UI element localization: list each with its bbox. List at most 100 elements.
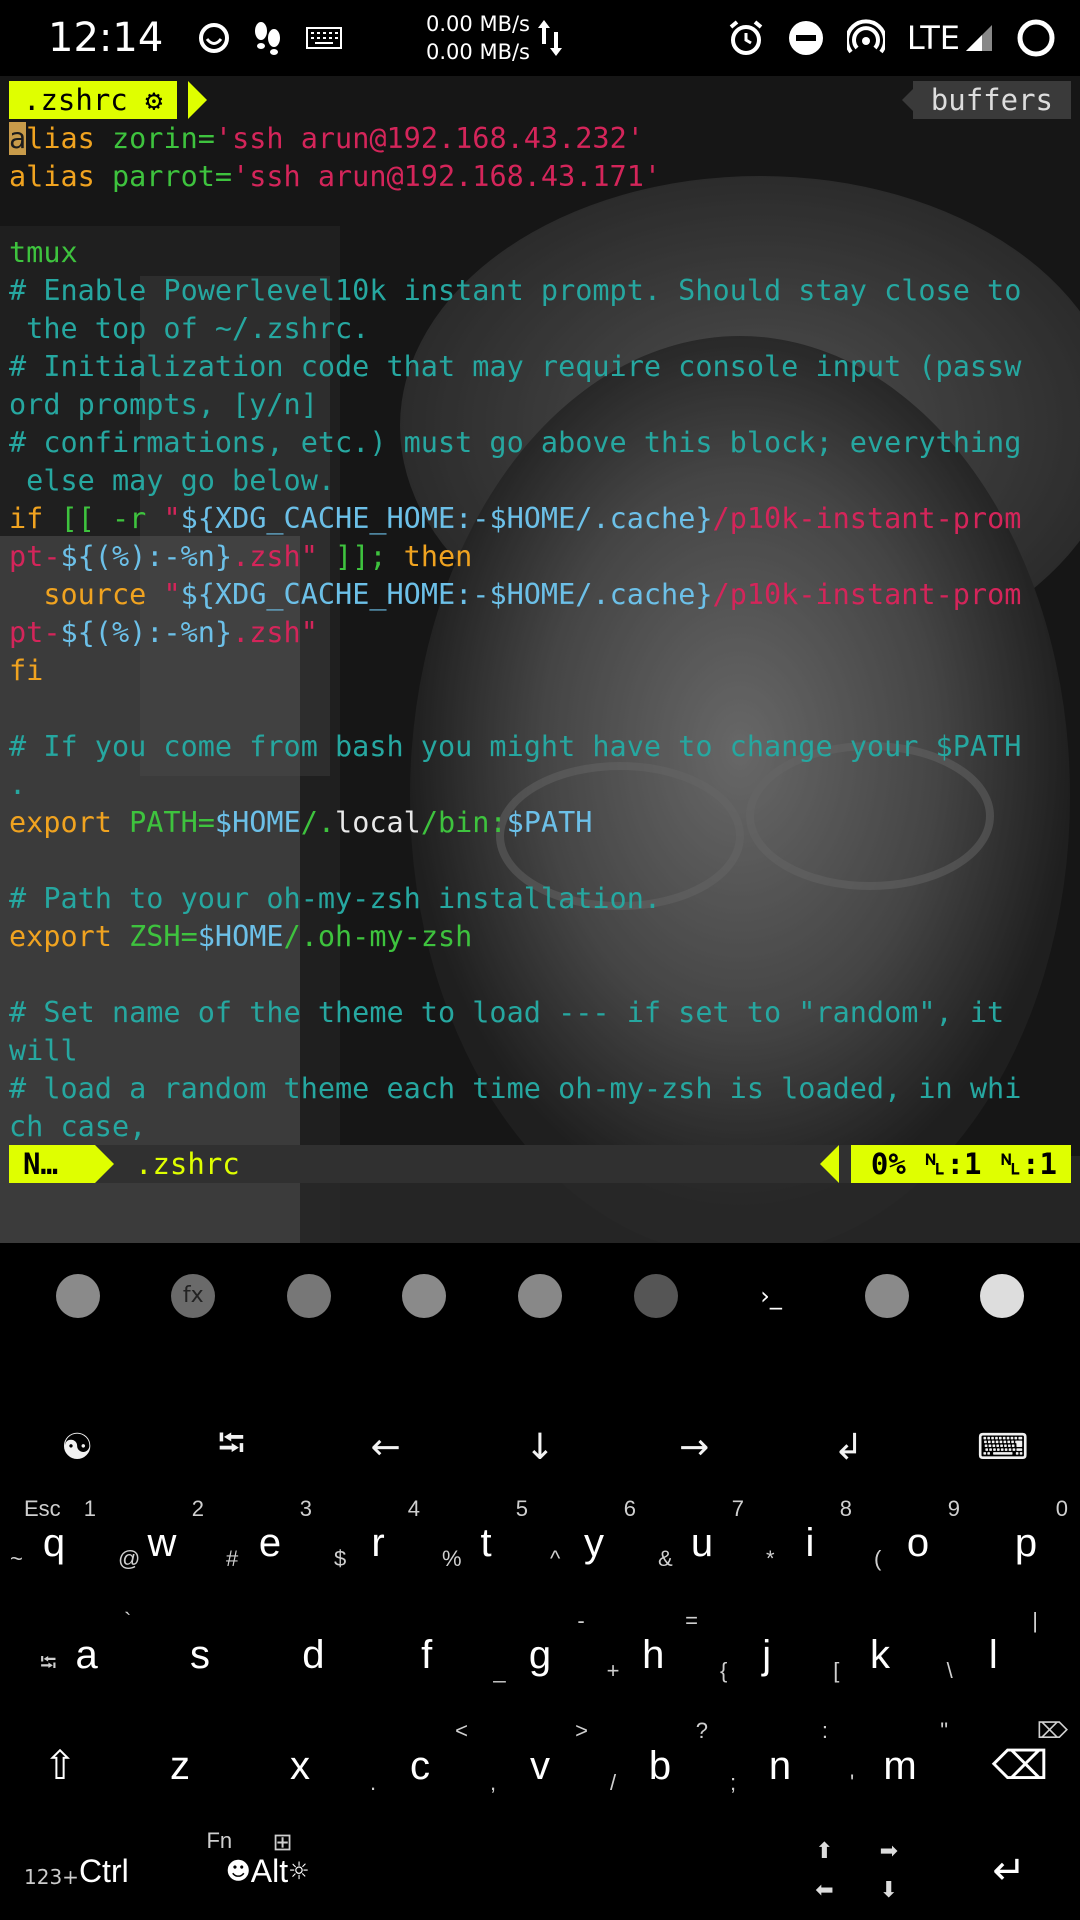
brightness-icon: ☼ bbox=[288, 1857, 310, 1885]
key-u[interactable]: u 7 & bbox=[648, 1488, 756, 1598]
code-token: parrot= bbox=[111, 160, 233, 193]
key-g[interactable]: g - _ bbox=[483, 1600, 596, 1710]
key-b[interactable]: b? / bbox=[600, 1710, 720, 1822]
key-x[interactable]: x bbox=[240, 1710, 360, 1822]
key-label: r bbox=[371, 1520, 385, 1565]
code-token: will bbox=[9, 1034, 78, 1067]
key-alt-top: 4 bbox=[407, 1496, 420, 1521]
code-line: alias zorin='ssh arun@192.168.43.232' bbox=[9, 120, 1071, 158]
arrow-down-icon[interactable]: ↓ bbox=[463, 1400, 617, 1495]
key-t[interactable]: t 5% bbox=[432, 1488, 540, 1598]
arrow-left-icon[interactable]: ⬅ bbox=[815, 1878, 833, 1903]
chrome-icon[interactable] bbox=[402, 1273, 447, 1318]
key-alt-left: @ bbox=[118, 1546, 141, 1571]
tab-zshrc[interactable]: .zshrc ⚙ bbox=[9, 81, 177, 119]
spotify-icon[interactable] bbox=[633, 1273, 678, 1318]
key-w[interactable]: w 2 @ bbox=[108, 1488, 216, 1598]
key-label: x bbox=[290, 1743, 310, 1788]
mode-separator bbox=[95, 1145, 114, 1183]
tab-buffers[interactable]: buffers bbox=[912, 81, 1071, 119]
esc-label: Esc bbox=[24, 1496, 61, 1521]
code-line: # If you come from bash you might have t… bbox=[9, 728, 1071, 766]
key-f[interactable]: f bbox=[370, 1600, 483, 1710]
key-i[interactable]: i 8 * bbox=[756, 1488, 864, 1598]
key-backspace[interactable]: ⌫ ⌦ bbox=[960, 1710, 1080, 1822]
key-h[interactable]: h = + bbox=[597, 1600, 710, 1710]
tab-separator bbox=[188, 81, 207, 119]
key-c[interactable]: c <. bbox=[360, 1710, 480, 1822]
key-label: q bbox=[42, 1520, 66, 1565]
terminal-icon[interactable]: ›_ bbox=[749, 1273, 794, 1318]
code-token: /. bbox=[300, 806, 336, 839]
key-m[interactable]: m " ' bbox=[840, 1710, 960, 1822]
key-alt-top: ⌦ bbox=[1036, 1718, 1068, 1743]
key-label: e bbox=[258, 1520, 282, 1565]
code-line: pt-${(%):-%n}.zsh" bbox=[9, 614, 1071, 652]
code-line: ch case, bbox=[9, 1108, 1071, 1146]
key-shift[interactable]: ⇧ bbox=[0, 1710, 120, 1822]
code-line: fi bbox=[9, 652, 1071, 690]
key-label: o bbox=[906, 1520, 930, 1565]
keyboard-icon[interactable]: ⌨ bbox=[926, 1400, 1080, 1495]
key-j[interactable]: j{ bbox=[710, 1600, 823, 1710]
ctrl-prefix: 123+ bbox=[24, 1865, 79, 1889]
camera-icon[interactable] bbox=[980, 1273, 1025, 1318]
app-icon[interactable] bbox=[286, 1273, 331, 1318]
arrow-down-icon[interactable]: ⬇ bbox=[880, 1878, 898, 1903]
key-p[interactable]: p0 bbox=[972, 1488, 1080, 1598]
arrow-left-icon[interactable]: ← bbox=[309, 1400, 463, 1495]
key-n[interactable]: n:; bbox=[720, 1710, 840, 1822]
code-token: /bin: bbox=[420, 806, 507, 839]
speed-up: 0.00 MB/s bbox=[426, 12, 530, 36]
space-key[interactable] bbox=[349, 1822, 775, 1920]
key-a[interactable]: a ` ⭾ bbox=[30, 1600, 143, 1710]
key-y[interactable]: y 6 ^ bbox=[540, 1488, 648, 1598]
key-label: c bbox=[410, 1743, 430, 1788]
key-d[interactable]: d bbox=[257, 1600, 370, 1710]
code-line: will bbox=[9, 1032, 1071, 1070]
code-token: . bbox=[9, 768, 27, 801]
music-icon[interactable] bbox=[517, 1273, 562, 1318]
settings-icon[interactable] bbox=[864, 1273, 909, 1318]
tab-icon[interactable]: ⭾ bbox=[154, 1400, 308, 1495]
key-z[interactable]: z bbox=[120, 1710, 240, 1822]
key-label: p bbox=[1014, 1520, 1038, 1565]
key-alt-top: 1 bbox=[83, 1496, 96, 1521]
terminal-view[interactable]: .zshrc ⚙ buffers alias zorin='ssh arun@1… bbox=[0, 76, 1080, 1243]
key-alt-top: ` bbox=[124, 1608, 132, 1633]
key-s[interactable]: s bbox=[143, 1600, 256, 1710]
key-e[interactable]: e 3 # bbox=[216, 1488, 324, 1598]
footsteps-icon bbox=[252, 13, 284, 63]
key-v[interactable]: v >, bbox=[480, 1710, 600, 1822]
code-token: /.oh-my-zsh bbox=[283, 920, 473, 953]
key-label: f bbox=[421, 1632, 433, 1677]
code-token: if bbox=[9, 502, 61, 535]
key-alt-top: 3 bbox=[299, 1496, 312, 1521]
key-o[interactable]: o 9 ( bbox=[864, 1488, 972, 1598]
code-token: lias bbox=[26, 122, 112, 155]
code-line: source "${XDG_CACHE_HOME:-$HOME/.cache}/… bbox=[9, 576, 1071, 614]
key-l[interactable]: l | \ bbox=[937, 1600, 1050, 1710]
fn-label: Fn bbox=[206, 1828, 233, 1853]
code-token: export bbox=[9, 920, 130, 953]
key-q[interactable]: q 1 ~ Esc bbox=[0, 1488, 108, 1598]
alt-key[interactable]: Fn ⊞ ☻ Alt ☼ bbox=[186, 1822, 348, 1920]
code-line: tmux bbox=[9, 234, 1071, 272]
code-line: ord prompts, [y/n] bbox=[9, 386, 1071, 424]
code-editor[interactable]: alias zorin='ssh arun@192.168.43.232' ali… bbox=[9, 120, 1071, 1146]
code-token: else may go below. bbox=[9, 464, 336, 497]
phone-icon[interactable] bbox=[55, 1273, 100, 1318]
key-r[interactable]: r 4 $ bbox=[324, 1488, 432, 1598]
enter-icon[interactable]: ↲ bbox=[771, 1400, 925, 1495]
arrow-right-icon[interactable]: ➡ bbox=[880, 1839, 898, 1864]
cursor-keys[interactable]: ⬆ ➡ ⬅ ⬇ bbox=[775, 1822, 937, 1920]
keyboard-row-4: 123+ Ctrl Fn ⊞ ☻ Alt ☼ ⬆ ➡ ⬅ ⬇ ↵ bbox=[0, 1822, 1080, 1920]
enter-key[interactable]: ↵ bbox=[938, 1822, 1080, 1920]
yin-yang-icon[interactable]: ☯ bbox=[0, 1400, 154, 1495]
arrow-right-icon[interactable]: → bbox=[617, 1400, 771, 1495]
ctrl-key[interactable]: 123+ Ctrl bbox=[0, 1822, 186, 1920]
arrow-up-icon[interactable]: ⬆ bbox=[815, 1839, 833, 1864]
fx-file-manager-icon[interactable]: fx bbox=[171, 1273, 216, 1318]
key-k[interactable]: k[ bbox=[823, 1600, 936, 1710]
